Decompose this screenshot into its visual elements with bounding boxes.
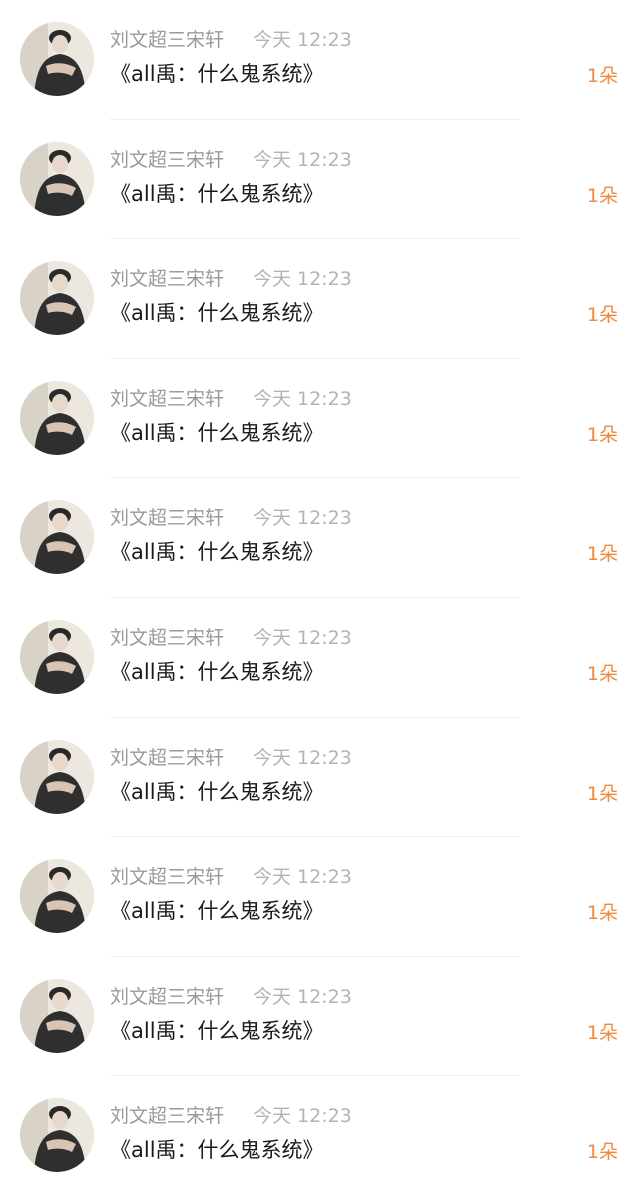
timestamp: 今天 12:23 (253, 268, 352, 291)
timestamp: 今天 12:23 (253, 148, 352, 171)
user-avatar[interactable] (20, 380, 94, 455)
user-avatar[interactable] (20, 1098, 94, 1173)
username[interactable]: 刘文超三宋轩 (110, 265, 224, 293)
user-avatar[interactable] (20, 500, 94, 575)
work-title[interactable]: 《all禹：什么鬼系统》 (110, 1134, 324, 1166)
work-title[interactable]: 《all禹：什么鬼系统》 (110, 297, 324, 329)
flower-count: 1朵 (586, 65, 618, 87)
notification-row[interactable]: 刘文超三宋轩 今天 12:23 《all禹：什么鬼系统》 1朵 (0, 239, 640, 359)
timestamp: 今天 12:23 (253, 627, 352, 649)
user-avatar[interactable] (20, 22, 94, 96)
flower-count: 1朵 (586, 1021, 618, 1044)
flower-count: 1朵 (586, 782, 618, 805)
work-title[interactable]: 《all禹：什么鬼系统》 (110, 536, 324, 568)
notification-row[interactable]: 刘文超三宋轩 今天 12:23 《all禹：什么鬼系统》 1朵 (0, 837, 640, 957)
user-avatar[interactable] (20, 620, 94, 694)
timestamp: 今天 12:23 (253, 29, 352, 51)
user-avatar[interactable] (20, 978, 94, 1053)
work-title[interactable]: 《all禹：什么鬼系统》 (110, 178, 324, 210)
avatar-photo-icon (20, 1098, 94, 1173)
username[interactable]: 刘文超三宋轩 (110, 744, 224, 772)
work-title[interactable]: 《all禹：什么鬼系统》 (110, 895, 324, 927)
flower-count: 1朵 (586, 304, 618, 327)
user-avatar[interactable] (20, 859, 94, 934)
avatar-photo-icon (20, 500, 94, 575)
username[interactable]: 刘文超三宋轩 (110, 504, 224, 532)
flower-count: 1朵 (586, 663, 618, 685)
avatar-photo-icon (20, 739, 94, 814)
avatar-photo-icon (20, 620, 94, 694)
timestamp: 今天 12:23 (253, 985, 352, 1008)
work-title[interactable]: 《all禹：什么鬼系统》 (110, 58, 324, 90)
timestamp: 今天 12:23 (253, 1105, 352, 1128)
username[interactable]: 刘文超三宋轩 (110, 624, 224, 652)
work-title[interactable]: 《all禹：什么鬼系统》 (110, 417, 324, 449)
user-avatar[interactable] (20, 261, 94, 336)
flower-count: 1朵 (586, 902, 618, 925)
work-title[interactable]: 《all禹：什么鬼系统》 (110, 776, 324, 808)
avatar-photo-icon (20, 261, 94, 336)
username[interactable]: 刘文超三宋轩 (110, 983, 224, 1011)
avatar-photo-icon (20, 859, 94, 934)
notification-row[interactable]: 刘文超三宋轩 今天 12:23 《all禹：什么鬼系统》 1朵 (0, 598, 640, 718)
username[interactable]: 刘文超三宋轩 (110, 863, 224, 891)
avatar-photo-icon (20, 141, 94, 216)
work-title[interactable]: 《all禹：什么鬼系统》 (110, 656, 324, 688)
avatar-photo-icon (20, 380, 94, 455)
notification-row[interactable]: 刘文超三宋轩 今天 12:23 《all禹：什么鬼系统》 1朵 (0, 0, 640, 120)
notification-row[interactable]: 刘文超三宋轩 今天 12:23 《all禹：什么鬼系统》 1朵 (0, 1076, 640, 1196)
notification-row[interactable]: 刘文超三宋轩 今天 12:23 《all禹：什么鬼系统》 1朵 (0, 120, 640, 240)
username[interactable]: 刘文超三宋轩 (110, 26, 224, 54)
username[interactable]: 刘文超三宋轩 (110, 1102, 224, 1130)
flower-count: 1朵 (586, 184, 618, 207)
flower-count: 1朵 (586, 543, 618, 566)
work-title[interactable]: 《all禹：什么鬼系统》 (110, 1015, 324, 1047)
notification-row[interactable]: 刘文超三宋轩 今天 12:23 《all禹：什么鬼系统》 1朵 (0, 957, 640, 1077)
notification-list: 刘文超三宋轩 今天 12:23 《all禹：什么鬼系统》 1朵 刘文超三宋轩 今… (0, 0, 640, 1196)
notification-row[interactable]: 刘文超三宋轩 今天 12:23 《all禹：什么鬼系统》 1朵 (0, 359, 640, 479)
timestamp: 今天 12:23 (253, 866, 352, 889)
avatar-photo-icon (20, 978, 94, 1053)
flower-count: 1朵 (586, 423, 618, 446)
username[interactable]: 刘文超三宋轩 (110, 385, 224, 413)
timestamp: 今天 12:23 (253, 746, 352, 769)
timestamp: 今天 12:23 (253, 387, 352, 410)
user-avatar[interactable] (20, 739, 94, 814)
notification-row[interactable]: 刘文超三宋轩 今天 12:23 《all禹：什么鬼系统》 1朵 (0, 478, 640, 598)
timestamp: 今天 12:23 (253, 507, 352, 530)
avatar-photo-icon (20, 22, 94, 96)
flower-count: 1朵 (586, 1141, 618, 1164)
user-avatar[interactable] (20, 141, 94, 216)
notification-row[interactable]: 刘文超三宋轩 今天 12:23 《all禹：什么鬼系统》 1朵 (0, 718, 640, 838)
username[interactable]: 刘文超三宋轩 (110, 146, 224, 174)
